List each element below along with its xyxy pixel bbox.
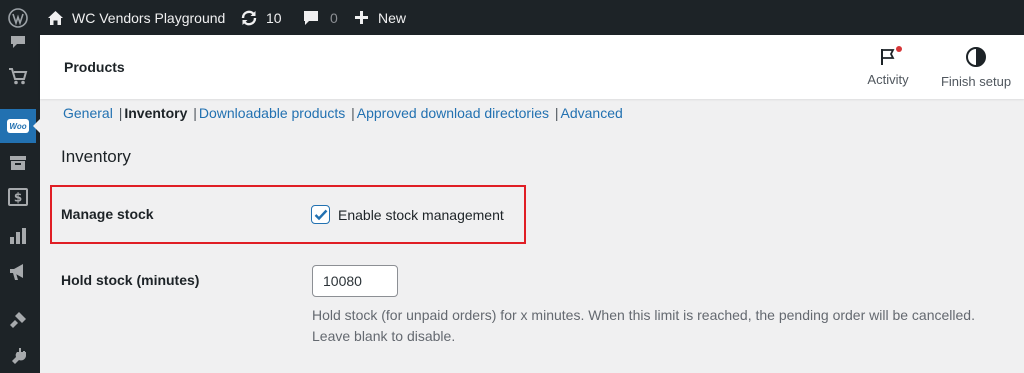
notification-dot (896, 45, 902, 52)
subtab-inventory[interactable]: Inventory (124, 105, 187, 121)
woocommerce-menu-item[interactable]: Woo (0, 109, 36, 143)
marketing-icon[interactable] (0, 258, 36, 286)
admin-bar: WC Vendors Playground 10 0 New (0, 0, 1024, 35)
updates-link[interactable]: 10 (240, 0, 282, 35)
subtab-advanced[interactable]: Advanced (561, 105, 623, 121)
section-title: Inventory (61, 147, 131, 166)
subtab-downloadable-products[interactable]: Downloadable products (199, 105, 345, 121)
activity-label: Activity (867, 71, 909, 87)
finish-setup-label: Finish setup (940, 73, 1012, 89)
manage-stock-label: Manage stock (61, 206, 154, 222)
comment-icon (302, 9, 320, 27)
site-name-link[interactable]: WC Vendors Playground (47, 0, 225, 35)
archive-icon[interactable] (0, 149, 36, 177)
appearance-icon[interactable] (0, 306, 36, 334)
page-header: Products Activity Finish setup (40, 35, 1024, 99)
hold-stock-value: 10080 (323, 273, 362, 289)
manage-stock-checkbox-label[interactable]: Enable stock management (338, 207, 504, 223)
activity-button[interactable]: Activity (866, 35, 910, 99)
plus-icon (354, 10, 369, 25)
admin-sidebar: Woo $ (0, 35, 40, 373)
cart-icon[interactable] (0, 62, 36, 90)
checkmark-icon (314, 209, 327, 220)
svg-text:$: $ (14, 191, 22, 205)
new-content-link[interactable]: New (354, 0, 406, 35)
home-icon (47, 10, 64, 26)
flag-icon (879, 45, 902, 72)
refresh-icon (240, 9, 258, 27)
subtab-general[interactable]: General (63, 105, 113, 121)
finish-setup-button[interactable]: Finish setup (934, 35, 1018, 99)
hold-stock-description: Hold stock (for unpaid orders) for x min… (312, 307, 975, 344)
updates-count: 10 (266, 9, 282, 26)
hold-stock-label: Hold stock (minutes) (61, 272, 200, 288)
payments-icon[interactable]: $ (0, 183, 36, 211)
section-subtabs: General | Inventory | Downloadable product… (63, 105, 623, 121)
active-menu-arrow (33, 119, 40, 133)
manage-stock-checkbox[interactable] (311, 205, 330, 224)
comments-menu-icon[interactable] (0, 29, 36, 57)
hold-stock-input[interactable]: 10080 (312, 265, 398, 297)
woo-icon: Woo (7, 119, 29, 133)
subtab-approved-download-directories[interactable]: Approved download directories (357, 105, 549, 121)
comments-link[interactable]: 0 (302, 0, 338, 35)
comments-count: 0 (330, 9, 338, 26)
progress-circle-icon (965, 46, 987, 74)
analytics-icon[interactable] (0, 222, 36, 250)
new-label: New (378, 9, 407, 26)
site-name-label: WC Vendors Playground (72, 9, 226, 26)
plugins-icon[interactable] (0, 342, 36, 370)
page-title: Products (64, 59, 125, 75)
